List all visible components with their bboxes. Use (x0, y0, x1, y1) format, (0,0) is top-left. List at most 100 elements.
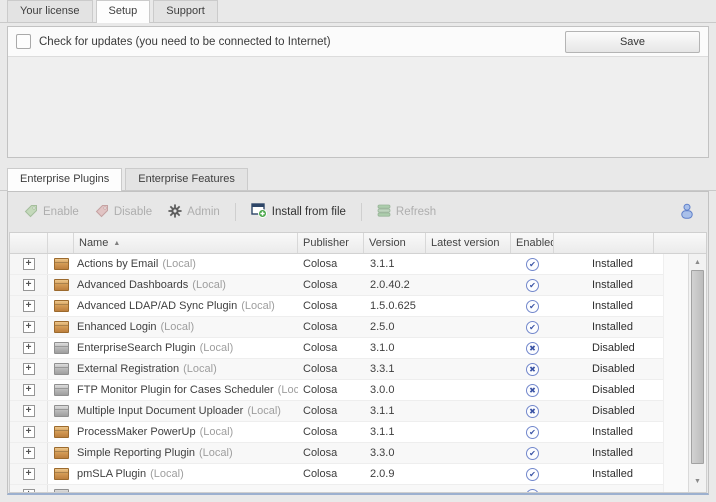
plugin-version: 3.1.1 (364, 422, 426, 442)
plugin-name: Enhanced Login (77, 321, 157, 333)
table-row[interactable]: + Advanced LDAP/AD Sync Plugin (Local) C… (10, 296, 663, 317)
install-from-file-icon (251, 203, 267, 221)
plugin-publisher: Colosa (298, 359, 364, 379)
enabled-state-icon: ✔ (526, 321, 539, 334)
column-header-latest-version[interactable]: Latest version (426, 233, 511, 253)
plugin-package-icon (54, 279, 69, 291)
expand-row-icon[interactable]: + (23, 363, 35, 375)
column-header-version[interactable]: Version (364, 233, 426, 253)
plugins-panel: Enable Disable Admin Install from file (7, 191, 709, 495)
plugin-latest-version (426, 422, 511, 442)
expand-row-icon[interactable]: + (23, 384, 35, 396)
plugin-publisher: Colosa (298, 443, 364, 463)
plugin-latest-version (426, 275, 511, 295)
expand-row-icon[interactable]: + (23, 489, 35, 492)
install-from-file-button[interactable]: Install from file (245, 200, 352, 224)
plugin-package-icon (54, 447, 69, 459)
plugin-publisher (298, 485, 364, 492)
enabled-state-icon: ✖ (526, 363, 539, 376)
plugin-package-icon (54, 342, 69, 354)
plugin-version: 3.3.0 (364, 443, 426, 463)
plugin-version: 3.0.0 (364, 380, 426, 400)
enabled-state-icon: ✔ (526, 258, 539, 271)
check-for-updates-checkbox[interactable] (16, 34, 31, 49)
column-header-icon (48, 233, 74, 253)
column-header-filler (654, 233, 706, 253)
plugin-latest-version (426, 296, 511, 316)
plugin-status: Installed (554, 464, 654, 484)
scrollbar-thumb[interactable] (691, 270, 704, 464)
plugin-table-body: + Actions by Email (Local) Colosa 3.1.1 … (10, 254, 663, 492)
plugin-latest-version (426, 401, 511, 421)
column-header-name-label: Name (79, 237, 108, 249)
plugin-scope: (Local) (241, 300, 275, 312)
plugin-scope: (Local) (278, 384, 298, 396)
table-row[interactable]: + EnterpriseSearch Plugin (Local) Colosa… (10, 338, 663, 359)
plugin-latest-version (426, 359, 511, 379)
plugin-latest-version (426, 338, 511, 358)
vertical-scrollbar[interactable]: ▲ ▼ (688, 254, 706, 492)
expand-row-icon[interactable]: + (23, 279, 35, 291)
expand-row-icon[interactable]: + (23, 405, 35, 417)
expand-row-icon[interactable]: + (23, 426, 35, 438)
column-header-status[interactable] (554, 233, 654, 253)
plugin-status: Installed (554, 296, 654, 316)
table-row[interactable]: + pmSLA Plugin (Local) Colosa 2.0.9 ✔ In… (10, 464, 663, 485)
admin-button[interactable]: Admin (162, 201, 226, 224)
plugin-publisher: Colosa (298, 401, 364, 421)
plugin-latest-version (426, 443, 511, 463)
scrollbar-up-arrow-icon[interactable]: ▲ (689, 259, 706, 267)
toolbar-separator (361, 203, 362, 221)
expand-row-icon[interactable]: + (23, 468, 35, 480)
plugin-version: 3.3.1 (364, 359, 426, 379)
table-row[interactable]: + Advanced Dashboards (Local) Colosa 2.0… (10, 275, 663, 296)
enabled-state-icon: ✖ (526, 342, 539, 355)
plugins-tabstrip: Enterprise Plugins Enterprise Features (0, 168, 716, 191)
table-row[interactable]: + Enhanced Login (Local) Colosa 2.5.0 ✔ … (10, 317, 663, 338)
scrollbar-down-arrow-icon[interactable]: ▼ (689, 478, 706, 486)
expand-row-icon[interactable]: + (23, 300, 35, 312)
expand-row-icon[interactable]: + (23, 342, 35, 354)
plugin-latest-version (426, 380, 511, 400)
tab-enterprise-plugins[interactable]: Enterprise Plugins (7, 168, 122, 191)
plugin-publisher: Colosa (298, 275, 364, 295)
enable-button[interactable]: Enable (18, 201, 85, 224)
plugin-latest-version (426, 254, 511, 274)
plugin-package-icon (54, 489, 69, 492)
expand-row-icon[interactable]: + (23, 447, 35, 459)
column-header-publisher[interactable]: Publisher (298, 233, 364, 253)
table-row[interactable]: + Actions by Email (Local) Colosa 3.1.1 … (10, 254, 663, 275)
tab-setup[interactable]: Setup (96, 0, 151, 23)
user-person-icon (680, 203, 694, 222)
expand-row-icon[interactable]: + (23, 321, 35, 333)
tab-your-license[interactable]: Your license (7, 0, 93, 22)
table-row[interactable]: + Simple Reporting Plugin (Local) Colosa… (10, 443, 663, 464)
plugin-name: External Registration (77, 363, 179, 375)
refresh-button[interactable]: Refresh (371, 201, 442, 223)
gear-icon (168, 204, 182, 221)
column-header-enabled[interactable]: Enabled (511, 233, 554, 253)
table-row[interactable]: + External Registration (Local) Colosa 3… (10, 359, 663, 380)
plugin-publisher: Colosa (298, 317, 364, 337)
table-row[interactable]: + ProcessMaker PowerUp (Local) Colosa 3.… (10, 422, 663, 443)
plugin-scope: (Local) (183, 363, 217, 375)
plugin-publisher: Colosa (298, 338, 364, 358)
table-row[interactable]: + FTP Monitor Plugin for Cases Scheduler… (10, 380, 663, 401)
tab-support[interactable]: Support (153, 0, 218, 22)
expand-row-icon[interactable]: + (23, 258, 35, 270)
setup-panel-header: Check for updates (you need to be connec… (8, 27, 708, 57)
column-header-name[interactable]: Name ▲ (74, 233, 298, 253)
toolbar-separator (235, 203, 236, 221)
table-row[interactable]: + ✔ (10, 485, 663, 492)
table-row[interactable]: + Multiple Input Document Uploader (Loca… (10, 401, 663, 422)
disable-button[interactable]: Disable (89, 201, 158, 224)
tag-green-icon (24, 204, 38, 221)
plugin-name: Simple Reporting Plugin (77, 447, 195, 459)
setup-panel: Check for updates (you need to be connec… (7, 26, 709, 158)
tab-enterprise-features[interactable]: Enterprise Features (125, 168, 248, 190)
plugin-package-icon (54, 258, 69, 270)
plugin-publisher: Colosa (298, 464, 364, 484)
grid-body: + Actions by Email (Local) Colosa 3.1.1 … (10, 254, 706, 492)
save-button[interactable]: Save (565, 31, 700, 53)
grid-header: Name ▲ Publisher Version Latest version … (10, 233, 706, 254)
